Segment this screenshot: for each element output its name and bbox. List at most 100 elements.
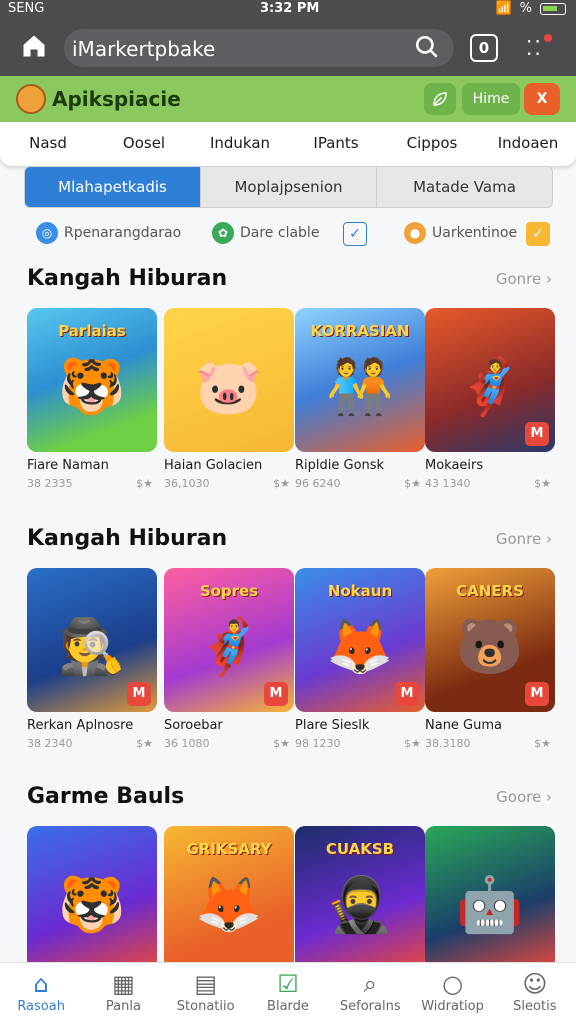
game-thumbnail[interactable]: 🕵️ M	[27, 568, 157, 712]
game-card[interactable]: 🕵️ M Rerkan Aplnosre 38 2340 $★	[27, 568, 157, 750]
game-character-art: 🦸	[456, 355, 524, 419]
rating-label: $★	[404, 737, 421, 750]
nav-panla[interactable]: ▦ Panla	[82, 963, 164, 1024]
game-card[interactable]: 🐯	[27, 826, 157, 970]
star-icon: ★	[143, 737, 153, 750]
segment-tabs: Mlahapetkadis Moplajpsenion Matade Vama	[24, 166, 553, 208]
nav-profile[interactable]: ☺ Sleotis	[494, 963, 576, 1024]
game-meta: 36,1030 $★	[164, 477, 294, 490]
app-logo	[16, 84, 46, 114]
game-character-art: 🧑‍🤝‍🧑	[326, 355, 394, 419]
download-count: 38 2335	[27, 477, 73, 490]
filter-chip-1[interactable]: ◎ Rpenarangdarao	[36, 222, 181, 244]
tab-segment-2[interactable]: Moplajpsenion	[201, 167, 377, 207]
nav-blarde[interactable]: ☑ Blarde	[247, 963, 329, 1024]
game-card[interactable]: CANERS 🐻 M Nane Guma 38.3180 $★	[425, 568, 555, 750]
nav-label: Widratiop	[421, 999, 484, 1014]
filter-checkbox-2[interactable]: ✓	[526, 222, 550, 246]
game-card[interactable]: CUAKSB 🥷	[295, 826, 425, 970]
game-thumbnail[interactable]: 🐯	[27, 826, 157, 970]
see-more-link[interactable]: Gonre ›	[496, 530, 552, 548]
game-thumbnail[interactable]: Sopres 🦸‍♂️ M	[164, 568, 294, 712]
nav-label: Blarde	[267, 999, 309, 1014]
game-card[interactable]: 🦸 M Mokaeirs 43 1340 $★	[425, 308, 555, 490]
game-thumbnail[interactable]: KORRASIAN 🧑‍🤝‍🧑	[295, 308, 425, 452]
nav-label: Seforalns	[339, 999, 401, 1014]
subnav-item[interactable]: IPants	[288, 122, 384, 166]
section-title: Kangah Hiburan	[27, 526, 228, 551]
clock: 3:32 PM	[260, 1, 320, 16]
home-button[interactable]	[20, 32, 48, 64]
app-badge-icon: M	[395, 682, 419, 706]
game-name: Rerkan Aplnosre	[27, 718, 134, 733]
tab-segment-1[interactable]: Mlahapetkadis	[25, 167, 201, 207]
chevron-right-icon: ›	[541, 788, 552, 806]
nav-news[interactable]: ▤ Stonatiio	[165, 963, 247, 1024]
game-character-art: 🤖	[456, 873, 524, 937]
system-icons: 📶 %	[495, 1, 566, 16]
nav-search[interactable]: ⌕ Seforalns	[329, 963, 411, 1024]
download-count: 98 1230	[295, 737, 341, 750]
rating-label: $★	[404, 477, 421, 490]
game-thumbnail[interactable]: 🐷	[164, 308, 294, 452]
tab-segment-3[interactable]: Matade Vama	[377, 167, 552, 207]
chevron-right-icon: ›	[541, 530, 552, 548]
nav-label: Sleotis	[513, 999, 557, 1014]
thumbnail-title: CUAKSB	[325, 840, 395, 858]
subnav-item[interactable]: Nasd	[0, 122, 96, 166]
game-thumbnail[interactable]: Nokaun 🦊 M	[295, 568, 425, 712]
menu-button[interactable]: ⁚⁚	[526, 34, 552, 60]
nav-widratiop[interactable]: ○ Widratiop	[411, 963, 493, 1024]
subnav-item[interactable]: Cippos	[384, 122, 480, 166]
game-card[interactable]: 🐷 Haian Golacien 36,1030 $★	[164, 308, 294, 490]
filter-checkbox-1[interactable]: ✓	[343, 222, 367, 246]
download-count: 36,1030	[164, 477, 210, 490]
thumbnail-title: KORRASIAN	[310, 322, 410, 340]
filter-chip-2[interactable]: ✿ Dare clable	[212, 222, 319, 244]
game-card[interactable]: Nokaun 🦊 M Plare Sieslk 98 1230 $★	[295, 568, 425, 750]
rating-label: $★	[136, 477, 153, 490]
rating-label: $★	[273, 477, 290, 490]
filter-chip-3[interactable]: ● Uarkentinoe	[404, 222, 517, 244]
see-more-label: Goore	[496, 788, 542, 806]
game-thumbnail[interactable]: CANERS 🐻 M	[425, 568, 555, 712]
game-card[interactable]: Sopres 🦸‍♂️ M Soroebar 36 1080 $★	[164, 568, 294, 750]
subnav-item[interactable]: Indoaen	[480, 122, 576, 166]
star-icon: ★	[411, 477, 421, 490]
see-more-link[interactable]: Goore ›	[496, 788, 552, 806]
game-name: Fiare Naman	[27, 458, 109, 473]
nav-home[interactable]: ⌂ Rasoah	[0, 963, 82, 1024]
search-icon: ⌕	[363, 970, 377, 998]
nav-label: Rasoah	[17, 999, 65, 1014]
see-more-link[interactable]: Gonre ›	[496, 270, 552, 288]
subnav-item[interactable]: Oosel	[96, 122, 192, 166]
hime-button[interactable]: Hime	[462, 83, 520, 115]
game-card[interactable]: GRIKSARY 🦊	[164, 826, 294, 970]
game-thumbnail[interactable]: 🤖	[425, 826, 555, 970]
game-card[interactable]: 🤖	[425, 826, 555, 970]
close-button[interactable]: X	[524, 83, 560, 115]
globe-icon: ◎	[36, 222, 58, 244]
status-bar: SENG 3:32 PM 📶 %	[0, 0, 576, 20]
app-badge-icon: M	[127, 682, 151, 706]
game-character-art: 🦸‍♂️	[195, 615, 263, 679]
game-thumbnail[interactable]: CUAKSB 🥷	[295, 826, 425, 970]
subnav-item[interactable]: Indukan	[192, 122, 288, 166]
game-thumbnail[interactable]: 🦸 M	[425, 308, 555, 452]
game-card[interactable]: Parlaias 🐯 Fiare Naman 38 2335 $★	[27, 308, 157, 490]
news-icon: ▤	[194, 970, 218, 998]
search-button[interactable]	[414, 34, 440, 64]
tabs-button[interactable]: 0	[470, 34, 498, 62]
leaf-button[interactable]	[424, 83, 456, 115]
coin-icon: ●	[404, 222, 426, 244]
game-thumbnail[interactable]: Parlaias 🐯	[27, 308, 157, 452]
game-thumbnail[interactable]: GRIKSARY 🦊	[164, 826, 294, 970]
thumbnail-title: Sopres	[199, 582, 259, 600]
game-card[interactable]: KORRASIAN 🧑‍🤝‍🧑 Ripldie Gonsk 96 6240 $★	[295, 308, 425, 490]
category-nav: Nasd Oosel Indukan IPants Cippos Indoaen	[0, 122, 576, 166]
game-name: Plare Sieslk	[295, 718, 370, 733]
url-field[interactable]: iMarkertpbake	[64, 29, 454, 67]
leaf-icon	[433, 92, 447, 106]
star-icon: ★	[541, 477, 551, 490]
home-icon	[23, 35, 45, 57]
